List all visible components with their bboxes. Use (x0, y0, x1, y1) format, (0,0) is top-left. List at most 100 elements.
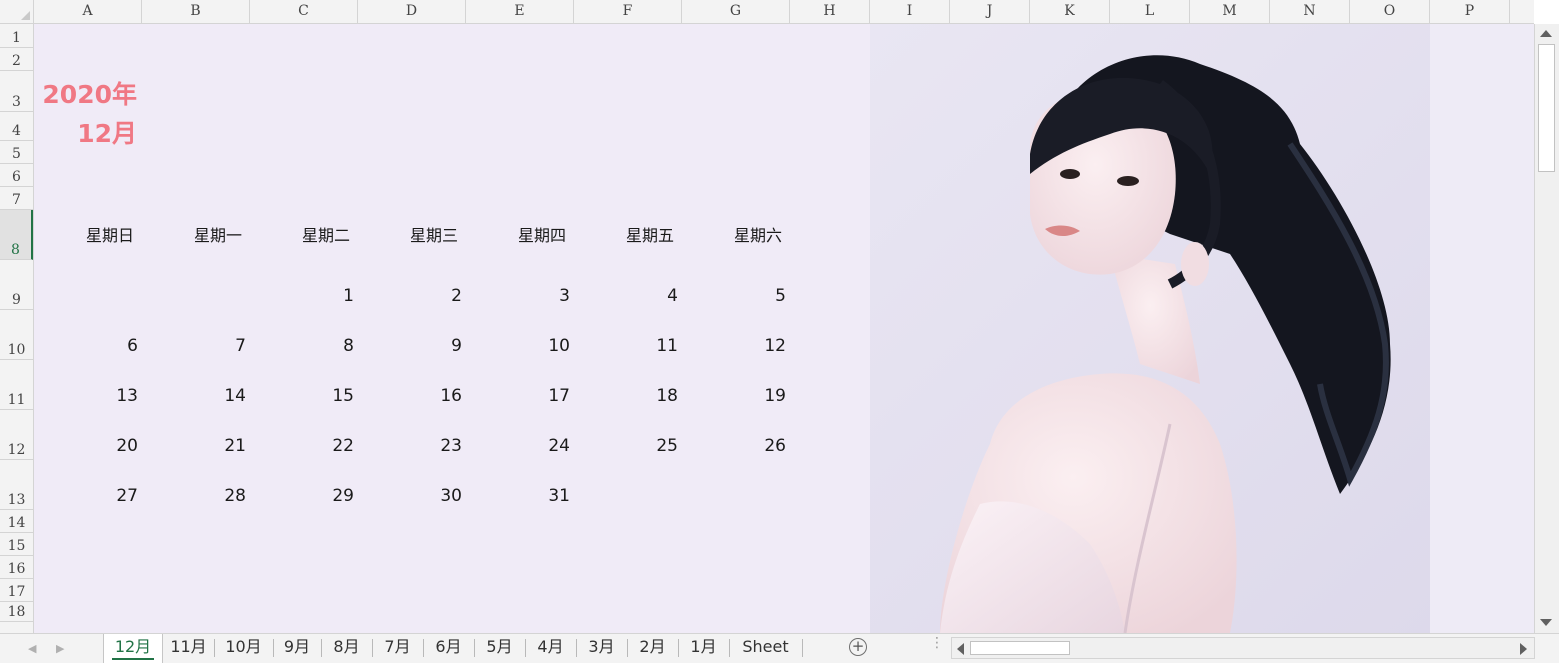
prev-sheet-icon[interactable]: ◀ (28, 642, 36, 655)
day-cell[interactable]: 29 (254, 486, 354, 506)
day-cell[interactable]: 15 (254, 386, 354, 406)
day-cell[interactable]: 26 (686, 436, 786, 456)
vertical-scrollbar[interactable] (1534, 24, 1559, 633)
column-header-b[interactable]: B (142, 0, 250, 23)
row-header-2[interactable]: 2 (0, 48, 33, 71)
row-header-16[interactable]: 16 (0, 556, 33, 579)
sheet-tab-2[interactable]: 11月 (163, 634, 214, 663)
scroll-down-icon[interactable] (1540, 619, 1552, 626)
sheet-tab-5[interactable]: 8月 (321, 634, 372, 663)
column-header-a[interactable]: A (34, 0, 142, 23)
row-header-9[interactable]: 9 (0, 260, 33, 310)
horizontal-scroll-thumb[interactable] (970, 641, 1070, 655)
sheet-tab-label: 4月 (537, 637, 564, 656)
column-header-m[interactable]: M (1190, 0, 1270, 23)
worksheet-grid[interactable]: 2020年 12月 星期日 星期一 星期二 星期三 星期四 星期五 星期六 12345678… (34, 24, 1534, 633)
sheet-tab-9[interactable]: 4月 (525, 634, 576, 663)
day-cell[interactable]: 17 (470, 386, 570, 406)
scroll-right-icon[interactable] (1520, 643, 1527, 655)
day-cell[interactable]: 4 (578, 286, 678, 306)
scroll-left-icon[interactable] (957, 643, 964, 655)
sheet-tab-label: 7月 (384, 637, 411, 656)
day-cell[interactable]: 18 (578, 386, 678, 406)
column-header-j[interactable]: J (950, 0, 1030, 23)
column-header-g[interactable]: G (682, 0, 790, 23)
sheet-tab-6[interactable]: 7月 (372, 634, 423, 663)
split-handle-icon[interactable]: ⋮ (930, 636, 944, 650)
select-all-corner[interactable] (0, 0, 34, 24)
row-header-12[interactable]: 12 (0, 410, 33, 460)
row-header-11[interactable]: 11 (0, 360, 33, 410)
day-cell[interactable]: 2 (362, 286, 462, 306)
day-cell[interactable]: 20 (38, 436, 138, 456)
row-header-6[interactable]: 6 (0, 164, 33, 187)
row-header-13[interactable]: 13 (0, 460, 33, 510)
add-sheet-button[interactable]: + (849, 638, 867, 656)
sheet-tab-label: 11月 (170, 637, 207, 656)
column-header-l[interactable]: L (1110, 0, 1190, 23)
day-cell[interactable]: 24 (470, 436, 570, 456)
column-header-k[interactable]: K (1030, 0, 1110, 23)
row-header-7[interactable]: 7 (0, 187, 33, 210)
day-cell[interactable]: 31 (470, 486, 570, 506)
column-header-f[interactable]: F (574, 0, 682, 23)
day-cell[interactable]: 8 (254, 336, 354, 356)
day-cell[interactable]: 27 (38, 486, 138, 506)
column-header-o[interactable]: O (1350, 0, 1430, 23)
sheet-tab-7[interactable]: 6月 (423, 634, 474, 663)
row-header-5[interactable]: 5 (0, 141, 33, 164)
row-header-8[interactable]: 8 (0, 210, 33, 260)
day-cell[interactable]: 13 (38, 386, 138, 406)
day-cell[interactable]: 12 (686, 336, 786, 356)
day-cell[interactable]: 3 (470, 286, 570, 306)
day-cell[interactable]: 28 (146, 486, 246, 506)
day-cell[interactable]: 7 (146, 336, 246, 356)
sheet-tab-11[interactable]: 2月 (627, 634, 678, 663)
column-header-i[interactable]: I (870, 0, 950, 23)
day-cell[interactable]: 25 (578, 436, 678, 456)
day-cell[interactable]: 1 (254, 286, 354, 306)
day-cell[interactable]: 21 (146, 436, 246, 456)
day-cell[interactable]: 14 (146, 386, 246, 406)
day-cell[interactable]: 19 (686, 386, 786, 406)
scroll-up-icon[interactable] (1540, 30, 1552, 37)
portrait-photo[interactable] (870, 24, 1534, 633)
column-header-d[interactable]: D (358, 0, 466, 23)
column-header-n[interactable]: N (1270, 0, 1350, 23)
day-cell[interactable]: 30 (362, 486, 462, 506)
horizontal-scrollbar[interactable] (951, 637, 1535, 659)
sheet-tab-label: 8月 (333, 637, 360, 656)
column-header-c[interactable]: C (250, 0, 358, 23)
column-header-e[interactable]: E (466, 0, 574, 23)
row-header-3[interactable]: 3 (0, 71, 33, 112)
day-cell[interactable]: 6 (38, 336, 138, 356)
weekday-label: 星期二 (301, 226, 350, 245)
column-header-p[interactable]: P (1430, 0, 1510, 23)
row-header-1[interactable]: 1 (0, 24, 33, 48)
active-tab-underline (112, 658, 154, 660)
row-header-10[interactable]: 10 (0, 310, 33, 360)
sheet-tab-3[interactable]: 10月 (214, 634, 273, 663)
column-header-h[interactable]: H (790, 0, 870, 23)
day-cell[interactable]: 11 (578, 336, 678, 356)
vertical-scroll-thumb[interactable] (1538, 44, 1555, 172)
sheet-tab-10[interactable]: 3月 (576, 634, 627, 663)
row-header-18[interactable]: 18 (0, 602, 33, 622)
weekday-label: 星期四 (517, 226, 566, 245)
day-cell[interactable]: 22 (254, 436, 354, 456)
day-cell[interactable]: 23 (362, 436, 462, 456)
day-cell[interactable]: 16 (362, 386, 462, 406)
day-cell[interactable]: 9 (362, 336, 462, 356)
next-sheet-icon[interactable]: ▶ (56, 642, 64, 655)
sheet-tab-13[interactable]: Sheet (729, 634, 802, 663)
row-header-17[interactable]: 17 (0, 579, 33, 602)
sheet-tab-1[interactable]: 12月 (103, 634, 163, 663)
day-cell[interactable]: 5 (686, 286, 786, 306)
row-header-15[interactable]: 15 (0, 533, 33, 556)
sheet-tab-8[interactable]: 5月 (474, 634, 525, 663)
row-header-4[interactable]: 4 (0, 112, 33, 141)
row-header-14[interactable]: 14 (0, 510, 33, 533)
sheet-tab-12[interactable]: 1月 (678, 634, 729, 663)
sheet-tab-4[interactable]: 9月 (273, 634, 321, 663)
day-cell[interactable]: 10 (470, 336, 570, 356)
